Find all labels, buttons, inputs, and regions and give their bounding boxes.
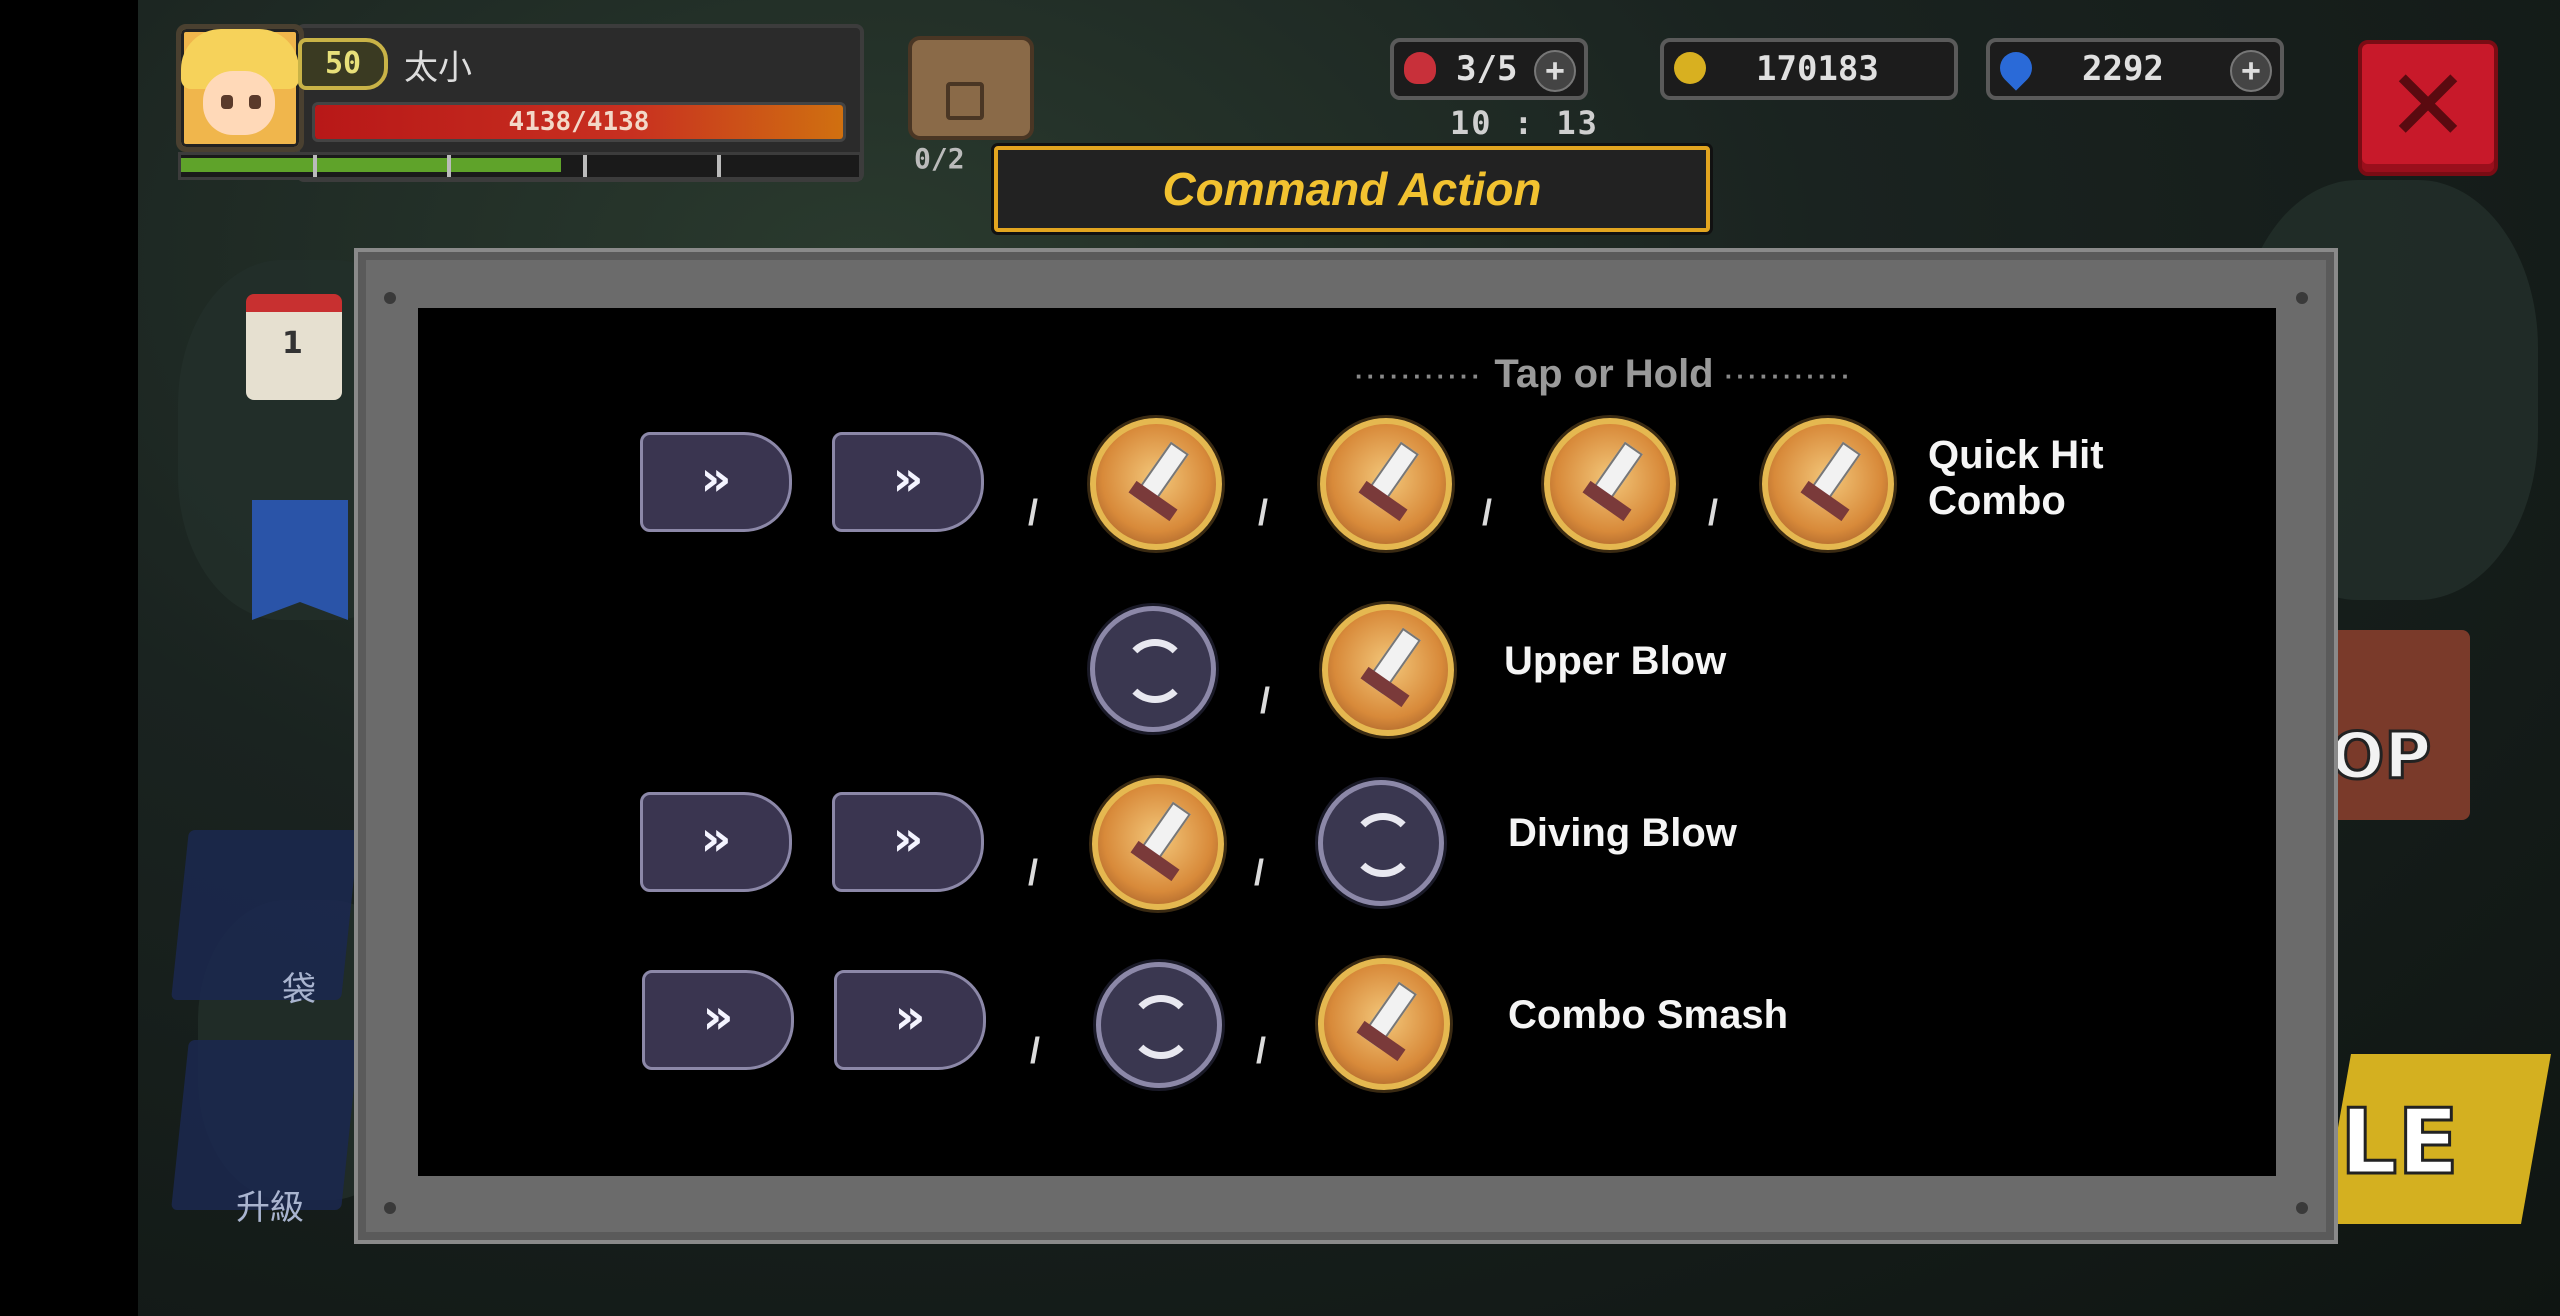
tap-or-hold-text: Tap or Hold [1494,352,1714,396]
battle-label: LE [2339,1089,2461,1197]
gold-value: 170183 [1756,49,1879,89]
exp-bar-fill [181,158,561,172]
sword-attack-icon [1092,778,1224,910]
separator: / [1482,492,1493,533]
dash-arrow-icon: » [832,792,984,892]
hp-text: 4138/4138 [508,107,650,137]
close-icon: ✕ [2386,47,2470,164]
hearts-counter: 3/5 + [1390,38,1588,100]
heart-refill-timer: 10 : 13 [1450,104,1599,142]
gems-counter: 2292 + [1986,38,2284,100]
dash-arrow-icon: » [642,970,794,1070]
command-label-diving-blow: Diving Blow [1508,811,1737,855]
bag-menu-label: 袋 [282,970,316,1010]
shop-label: OP [2328,719,2432,796]
sword-attack-icon [1322,604,1454,736]
skill-swirl-icon [1090,606,1216,732]
separator: / [1256,1030,1267,1071]
dash-arrow-icon: » [832,432,984,532]
level-badge: 50 [298,38,388,90]
dialog-title-banner: Command Action [994,146,1710,232]
hp-bar: 4138/4138 [312,102,846,142]
gold-counter: 170183 [1660,38,1958,100]
bag-icon[interactable] [908,36,1034,140]
upgrade-menu-label: 升級 [236,1188,304,1228]
separator: / [1258,492,1269,533]
separator: / [1254,852,1265,893]
tap-or-hold-hint: ··········· Tap or Hold ··········· [1355,352,1853,396]
player-name: 太小 [404,48,472,88]
separator: / [1028,852,1039,893]
sword-attack-icon [1544,418,1676,550]
trophy-banner-icon[interactable] [252,500,348,620]
sword-attack-icon [1762,418,1894,550]
avatar[interactable] [176,24,304,152]
dialog-title: Command Action [1162,163,1542,215]
bag-menu-item[interactable] [171,830,359,1000]
sword-attack-icon [1320,418,1452,550]
close-button[interactable]: ✕ [2358,40,2498,176]
skill-swirl-icon [1318,780,1444,906]
separator: / [1028,492,1039,533]
command-label-combo-smash: Combo Smash [1508,993,1789,1037]
separator: / [1030,1030,1041,1071]
dash-arrow-icon: » [834,970,986,1070]
command-label-quick-hit-combo: Quick Hit Combo [1928,433,2104,523]
command-label-upper-blow: Upper Blow [1504,639,1727,683]
sword-attack-icon [1318,958,1450,1090]
gems-value: 2292 [2082,49,2164,89]
gem-icon [1993,45,2039,91]
dash-arrow-icon: » [640,432,792,532]
skill-swirl-icon [1096,962,1222,1088]
separator: / [1260,680,1271,721]
calendar-day: 1 [282,326,303,361]
sword-attack-icon [1090,418,1222,550]
dash-arrow-icon: » [640,792,792,892]
calendar-icon[interactable]: 1 [246,294,342,400]
gold-coin-icon [1674,52,1706,84]
bag-count: 0/2 [914,142,965,175]
add-gems-button[interactable]: + [2230,50,2272,92]
exp-bar [178,152,862,180]
separator: / [1708,492,1719,533]
add-hearts-button[interactable]: + [1534,50,1576,92]
heart-icon [1404,52,1436,84]
hearts-value: 3/5 [1456,49,1518,89]
